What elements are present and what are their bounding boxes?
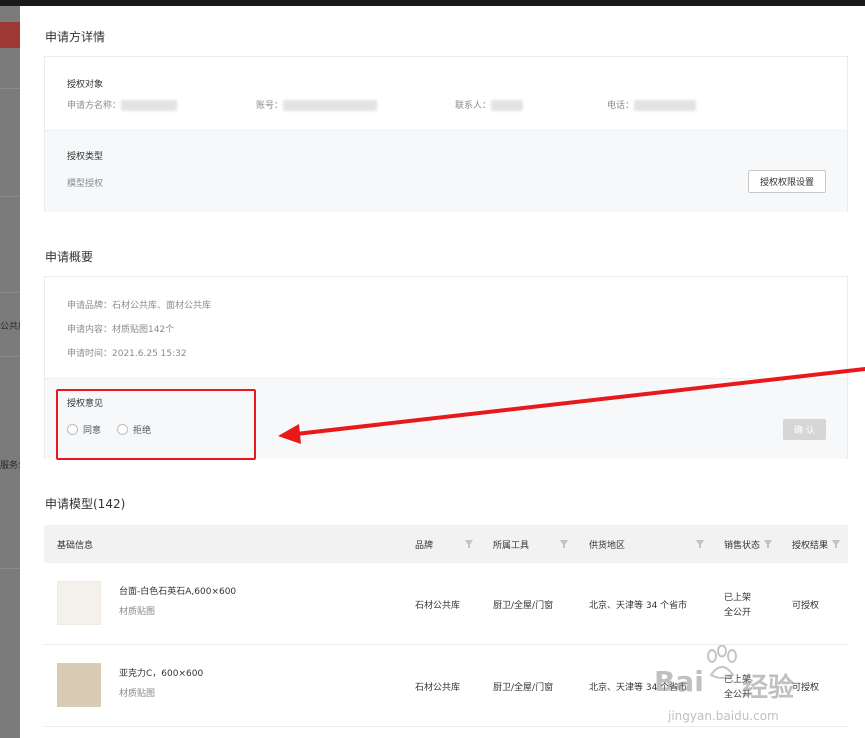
- model-brand: 石材公共库: [415, 601, 461, 611]
- model-thumbnail[interactable]: [57, 663, 101, 707]
- model-category: 材质贴图: [119, 607, 156, 617]
- background-red-menu-item: [0, 22, 20, 48]
- model-name: 台面-白色石英石A,600×600: [119, 587, 237, 597]
- sales-status-filter-icon[interactable]: [764, 540, 772, 548]
- watermark-brand: Bai: [654, 665, 704, 698]
- background-divider: [0, 568, 20, 569]
- model-auth-result: 可授权: [792, 601, 820, 611]
- authorization-detail-modal: 申请方详情 授权对象 申请方名称： 账号： 联系人： 电话： 授权类型 模型授权…: [20, 6, 865, 738]
- column-header-region: 供货地区: [589, 541, 626, 551]
- baidu-jingyan-watermark: Bai 经验 jingyan.baidu.com: [636, 645, 865, 738]
- model-tool: 厨卫/全屋/门窗: [493, 601, 554, 611]
- column-header-tool: 所属工具: [493, 541, 530, 551]
- models-table-header: 基础信息 品牌 所属工具 供货地区 销售状态 授权结果: [44, 525, 848, 563]
- model-sales-status: 已上架: [724, 593, 752, 603]
- brand-filter-icon[interactable]: [465, 540, 473, 548]
- model-thumbnail[interactable]: [57, 581, 101, 625]
- column-header-sales-status: 销售状态: [724, 541, 761, 551]
- column-header-auth-result: 授权结果: [792, 541, 829, 551]
- background-divider: [0, 88, 20, 89]
- watermark-url: jingyan.baidu.com: [668, 709, 779, 723]
- region-filter-icon[interactable]: [696, 540, 704, 548]
- column-header-brand: 品牌: [415, 541, 434, 551]
- model-name: 亚克力C，600×600: [119, 669, 204, 679]
- models-section-title: 申请模型(142): [45, 497, 126, 511]
- auth-result-filter-icon[interactable]: [832, 540, 840, 548]
- background-app-sidebar: [0, 6, 20, 738]
- column-header-basic-info: 基础信息: [57, 541, 94, 551]
- model-region: 北京、天津等 34 个省市: [589, 601, 688, 611]
- background-divider: [0, 356, 20, 357]
- background-divider: [0, 196, 20, 197]
- baidu-paw-icon: [707, 645, 737, 679]
- table-row[interactable]: 台面-白色石英石A,600×600 材质贴图 石材公共库 厨卫/全屋/门窗 北京…: [44, 563, 848, 645]
- model-visibility: 全公开: [724, 608, 752, 618]
- model-tool: 厨卫/全屋/门窗: [493, 683, 554, 693]
- tool-filter-icon[interactable]: [560, 540, 568, 548]
- model-category: 材质贴图: [119, 689, 156, 699]
- watermark-brand-cn: 经验: [742, 673, 795, 703]
- background-divider: [0, 292, 20, 293]
- model-brand: 石材公共库: [415, 683, 461, 693]
